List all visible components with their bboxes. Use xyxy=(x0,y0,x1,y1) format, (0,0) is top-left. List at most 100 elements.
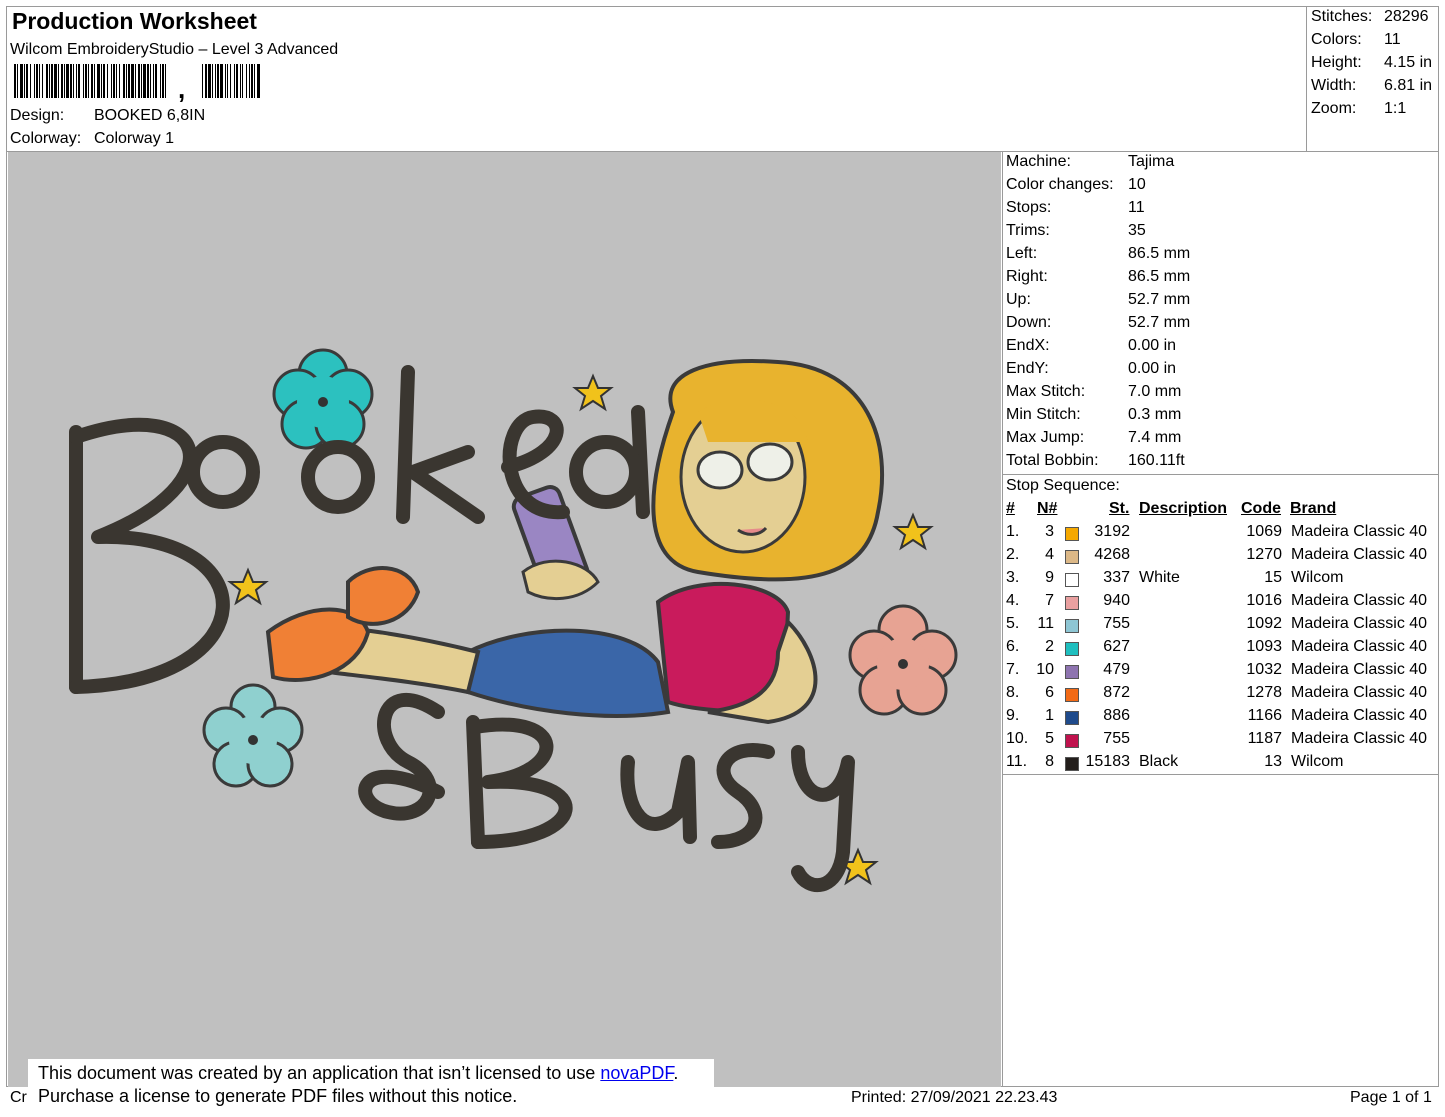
colorway-label: Colorway: xyxy=(10,130,82,147)
cell-num: 5. xyxy=(1006,615,1020,632)
cell-st: 940 xyxy=(1103,592,1130,609)
cell-st: 886 xyxy=(1103,707,1130,724)
barcode: , xyxy=(12,64,262,104)
cell-code: 1187 xyxy=(1247,730,1282,747)
cell-n: 3 xyxy=(1045,523,1054,540)
cell-brand: Madeira Classic 40 xyxy=(1291,684,1428,701)
cell-brand: Madeira Classic 40 xyxy=(1291,615,1428,632)
col-header-n: N# xyxy=(1037,500,1058,517)
flower-pink-icon xyxy=(848,604,958,716)
table-row: 10. 5 755 1187 Madeira Classic 40 xyxy=(1004,730,1438,753)
color-swatch xyxy=(1065,665,1079,679)
printed-date: Printed: 27/09/2021 22.23.43 xyxy=(851,1089,1058,1106)
colorway-value: Colorway 1 xyxy=(94,130,175,147)
col-header-brand: Brand xyxy=(1290,500,1337,517)
cell-n: 5 xyxy=(1045,730,1054,747)
color-swatch xyxy=(1065,711,1079,725)
cell-desc: Black xyxy=(1139,753,1179,770)
col-header-code: Code xyxy=(1241,500,1281,517)
summary-row: Zoom: 1:1 xyxy=(1311,100,1407,117)
page-number: Page 1 of 1 xyxy=(1350,1089,1432,1106)
cell-st: 479 xyxy=(1103,661,1130,678)
color-swatch xyxy=(1065,757,1079,771)
cell-code: 1166 xyxy=(1247,707,1282,724)
summary-row: Colors: 11 xyxy=(1311,31,1401,48)
cell-code: 1032 xyxy=(1246,661,1282,678)
property-row: Machine: Tajima xyxy=(1006,153,1175,170)
software-name: Wilcom EmbroideryStudio – Level 3 Advanc… xyxy=(10,41,339,58)
cell-brand: Madeira Classic 40 xyxy=(1291,730,1428,747)
cell-num: 4. xyxy=(1006,592,1020,609)
cell-st: 15183 xyxy=(1085,753,1131,770)
property-row: Total Bobbin: 160.11ft xyxy=(1006,452,1185,469)
cell-n: 10 xyxy=(1036,661,1054,678)
property-row: Stops: 11 xyxy=(1006,199,1145,216)
cell-num: 2. xyxy=(1006,546,1020,563)
cell-brand: Madeira Classic 40 xyxy=(1291,546,1428,563)
table-row: 5. 11 755 1092 Madeira Classic 40 xyxy=(1004,615,1438,638)
cell-st: 3192 xyxy=(1094,523,1130,540)
property-row: EndY: 0.00 in xyxy=(1006,360,1177,377)
notice-line-1: This document was created by an applicat… xyxy=(38,1063,679,1083)
property-row: Trims: 35 xyxy=(1006,222,1146,239)
cell-n: 1 xyxy=(1045,707,1054,724)
color-swatch xyxy=(1065,642,1079,656)
cell-code: 1270 xyxy=(1246,546,1282,563)
cell-code: 13 xyxy=(1264,753,1282,770)
cell-brand: Madeira Classic 40 xyxy=(1291,592,1428,609)
property-row: Up: 52.7 mm xyxy=(1006,291,1191,308)
cell-st: 4268 xyxy=(1094,546,1130,563)
col-header-num: # xyxy=(1006,500,1015,517)
frame-top xyxy=(6,6,1439,7)
cell-num: 7. xyxy=(1006,661,1020,678)
cell-code: 15 xyxy=(1264,569,1282,586)
table-row: 6. 2 627 1093 Madeira Classic 40 xyxy=(1004,638,1438,661)
property-row: Left: 86.5 mm xyxy=(1006,245,1191,262)
cell-brand: Madeira Classic 40 xyxy=(1291,638,1428,655)
cell-brand: Madeira Classic 40 xyxy=(1291,707,1428,724)
flower-teal-icon xyxy=(272,348,374,450)
barcode-mark: , xyxy=(178,74,186,104)
cell-code: 1093 xyxy=(1246,638,1282,655)
cell-n: 9 xyxy=(1045,569,1054,586)
cell-num: 3. xyxy=(1006,569,1020,586)
property-row: Color changes: 10 xyxy=(1006,176,1146,193)
novapdf-link[interactable]: novaPDF xyxy=(600,1063,673,1083)
color-swatch xyxy=(1065,688,1079,702)
cell-n: 2 xyxy=(1045,638,1054,655)
cell-n: 6 xyxy=(1045,684,1054,701)
color-swatch xyxy=(1065,527,1079,541)
cell-brand: Madeira Classic 40 xyxy=(1291,661,1428,678)
cell-st: 755 xyxy=(1103,615,1130,632)
frame-left xyxy=(6,6,7,1086)
summary-divider xyxy=(1306,6,1307,152)
preview-divider xyxy=(1002,151,1003,1086)
frame-right xyxy=(1438,6,1439,1086)
color-swatch xyxy=(1065,573,1079,587)
cell-desc: White xyxy=(1139,569,1180,586)
table-row: 1. 3 3192 1069 Madeira Classic 40 xyxy=(1004,523,1438,546)
cell-num: 1. xyxy=(1006,523,1020,540)
cell-n: 8 xyxy=(1045,753,1054,770)
col-header-st: St. xyxy=(1109,500,1130,517)
col-header-desc: Description xyxy=(1139,500,1228,517)
table-row: 9. 1 886 1166 Madeira Classic 40 xyxy=(1004,707,1438,730)
cell-num: 6. xyxy=(1006,638,1020,655)
design-preview xyxy=(8,152,1001,1087)
table-row: 7. 10 479 1032 Madeira Classic 40 xyxy=(1004,661,1438,684)
table-row: 3. 9 337 White 15 Wilcom xyxy=(1004,569,1438,592)
cell-n: 7 xyxy=(1045,592,1054,609)
property-row: Max Jump: 7.4 mm xyxy=(1006,429,1182,446)
cell-st: 872 xyxy=(1103,684,1130,701)
property-row: Down: 52.7 mm xyxy=(1006,314,1191,331)
cell-st: 627 xyxy=(1103,638,1130,655)
property-row: EndX: 0.00 in xyxy=(1006,337,1177,354)
summary-row: Width: 6.81 in xyxy=(1311,77,1433,94)
cell-num: 10. xyxy=(1006,730,1029,747)
cell-code: 1092 xyxy=(1246,615,1282,632)
cell-brand: Wilcom xyxy=(1291,569,1344,586)
license-notice: This document was created by an applicat… xyxy=(28,1059,714,1111)
design-value: BOOKED 6,8IN xyxy=(94,107,206,124)
barcode-graphic xyxy=(14,64,260,98)
cell-brand: Wilcom xyxy=(1291,753,1344,770)
